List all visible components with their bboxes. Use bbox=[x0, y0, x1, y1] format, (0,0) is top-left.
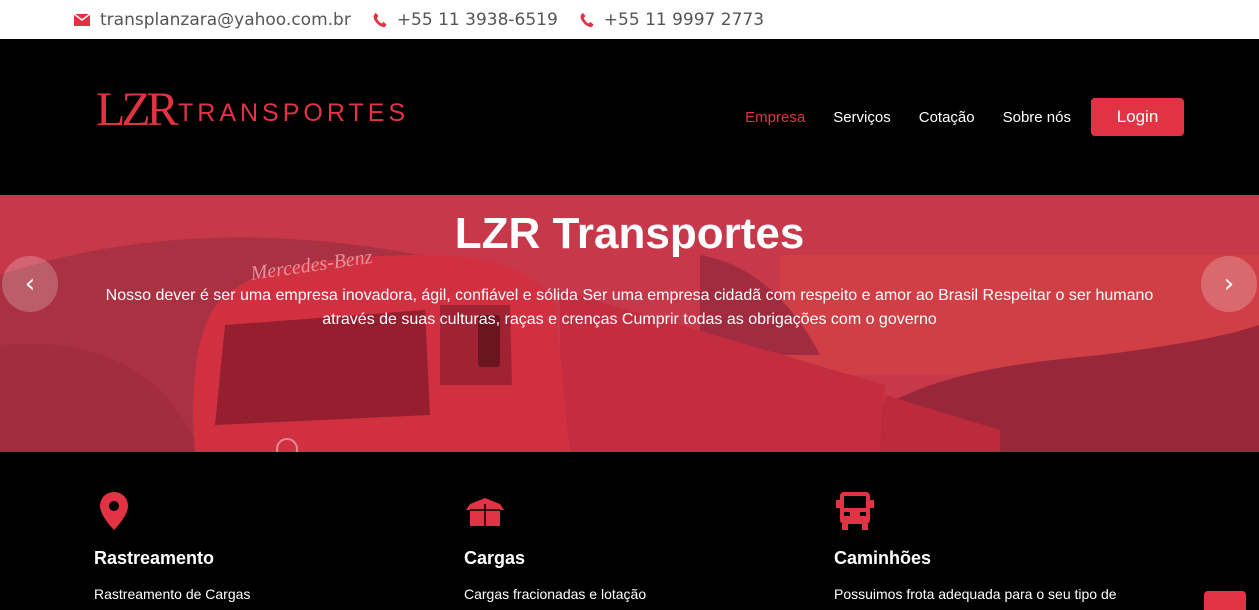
feature-desc: Rastreamento de Cargas bbox=[94, 586, 251, 602]
hero-title: LZR Transportes bbox=[454, 209, 805, 258]
site-header: LZR TRANSPORTES Empresa Serviços Cotação… bbox=[0, 39, 1259, 195]
box-icon bbox=[466, 498, 504, 526]
contact-topbar: transplanzara@yahoo.com.br +55 11 3938-6… bbox=[0, 0, 1259, 39]
truck-icon bbox=[836, 492, 874, 530]
hero-slider: Mercedes-Benz LZR Transportes Nosso deve… bbox=[0, 195, 1259, 452]
nav-item-cotacao[interactable]: Cotação bbox=[919, 109, 975, 126]
slider-next-button[interactable]: › bbox=[1201, 256, 1257, 312]
nav-item-empresa[interactable]: Empresa bbox=[745, 109, 805, 126]
phone-icon bbox=[373, 12, 387, 27]
feature-title: Cargas bbox=[464, 548, 526, 568]
features-section: Rastreamento Rastreamento de Cargas Carg… bbox=[0, 452, 1259, 610]
logo-wordmark: TRANSPORTES bbox=[178, 98, 410, 127]
back-to-top-button[interactable] bbox=[1204, 591, 1246, 610]
chevron-left-icon: ‹ bbox=[24, 269, 36, 299]
nav-item-servicos[interactable]: Serviços bbox=[833, 109, 891, 126]
email-text: transplanzara@yahoo.com.br bbox=[100, 9, 351, 30]
phone-icon bbox=[580, 12, 594, 27]
email-contact[interactable]: transplanzara@yahoo.com.br bbox=[74, 10, 351, 30]
main-nav: Empresa Serviços Cotação Sobre nós Login bbox=[717, 98, 1184, 136]
feature-desc: Cargas fracionadas e lotação bbox=[464, 586, 647, 602]
site-logo[interactable]: LZR TRANSPORTES bbox=[96, 81, 409, 139]
hero-text: Nosso dever é ser uma empresa inovadora,… bbox=[105, 287, 1154, 328]
phone-contact-2[interactable]: +55 11 9997 2773 bbox=[580, 10, 764, 30]
phone-contact-1[interactable]: +55 11 3938-6519 bbox=[373, 10, 558, 30]
slider-prev-button[interactable]: ‹ bbox=[2, 256, 58, 312]
feature-title: Caminhões bbox=[834, 548, 932, 568]
nav-item-sobre-nos[interactable]: Sobre nós bbox=[1003, 109, 1071, 126]
envelope-icon bbox=[74, 13, 90, 26]
login-button[interactable]: Login bbox=[1091, 98, 1184, 136]
logo-mark: LZR bbox=[96, 83, 179, 136]
chevron-right-icon: › bbox=[1223, 269, 1235, 299]
phone-text-2: +55 11 9997 2773 bbox=[603, 9, 765, 30]
feature-desc: Possuimos frota adequada para o seu tipo… bbox=[834, 586, 1117, 602]
phone-text-1: +55 11 3938-6519 bbox=[396, 9, 558, 30]
map-pin-icon bbox=[100, 492, 128, 530]
feature-title: Rastreamento bbox=[94, 548, 215, 568]
